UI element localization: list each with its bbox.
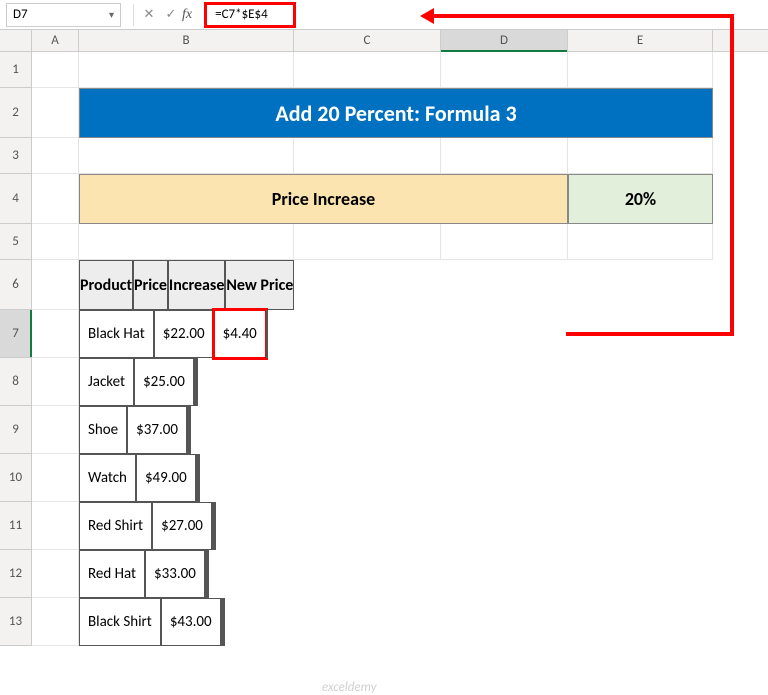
annotation-arrow [730, 14, 734, 334]
price-cell[interactable]: $37.00 [127, 406, 187, 454]
column-headers: A B C D E [0, 30, 768, 52]
product-cell[interactable]: Black Hat [79, 310, 154, 358]
price-cell[interactable]: $25.00 [134, 358, 194, 406]
annotation-arrow [434, 14, 734, 18]
fx-icon[interactable]: fx [182, 7, 192, 23]
header-product[interactable]: Product [79, 260, 133, 310]
price-cell[interactable]: $27.00 [152, 502, 212, 550]
price-increase-label[interactable]: Price Increase [79, 174, 568, 224]
increase-cell-selected[interactable]: $4.40 [214, 310, 266, 358]
col-header-d[interactable]: D [441, 30, 568, 51]
grid: A B C D E 1 2 3 4 5 6 7 8 9 10 11 12 13 [0, 30, 768, 646]
enter-icon[interactable]: ✓ [160, 7, 182, 22]
name-box[interactable]: D7 ▾ [6, 3, 121, 27]
row-header[interactable]: 13 [0, 598, 32, 646]
new-price-cell[interactable] [189, 406, 191, 454]
row-header[interactable]: 1 [0, 52, 32, 88]
row-header[interactable]: 5 [0, 224, 32, 260]
formula-text: =C7*$E$4 [215, 7, 268, 22]
new-price-cell[interactable] [266, 310, 268, 358]
new-price-cell[interactable] [214, 502, 216, 550]
formula-input[interactable]: =C7*$E$4 [204, 2, 296, 28]
product-cell[interactable]: Black Shirt [79, 598, 161, 646]
row-header[interactable]: 2 [0, 88, 32, 138]
row-header[interactable]: 9 [0, 406, 32, 454]
price-cell[interactable]: $33.00 [145, 550, 205, 598]
new-price-cell[interactable] [196, 358, 198, 406]
col-header-c[interactable]: C [294, 30, 441, 51]
header-new-price[interactable]: New Price [225, 260, 294, 310]
select-all-corner[interactable] [0, 30, 32, 51]
header-price[interactable]: Price [133, 260, 168, 310]
row-header[interactable]: 10 [0, 454, 32, 502]
row-header[interactable]: 11 [0, 502, 32, 550]
chevron-down-icon[interactable]: ▾ [109, 8, 114, 21]
row-header[interactable]: 12 [0, 550, 32, 598]
col-header-b[interactable]: B [79, 30, 294, 51]
watermark: exceldemy [322, 680, 377, 695]
percent-cell[interactable]: 20% [568, 174, 713, 224]
price-cell[interactable]: $49.00 [136, 454, 196, 502]
new-price-cell[interactable] [207, 550, 209, 598]
col-header-e[interactable]: E [568, 30, 713, 51]
price-cell[interactable]: $22.00 [154, 310, 214, 358]
product-cell[interactable]: Jacket [79, 358, 134, 406]
col-header-a[interactable]: A [32, 30, 79, 51]
row-headers: 1 2 3 4 5 6 7 8 9 10 11 12 13 [0, 52, 32, 646]
cells-area[interactable]: Add 20 Percent: Formula 3 Price Increase… [32, 52, 768, 646]
product-cell[interactable]: Red Shirt [79, 502, 152, 550]
new-price-cell[interactable] [198, 454, 200, 502]
row-header[interactable]: 8 [0, 358, 32, 406]
arrow-icon [420, 8, 434, 24]
row-header[interactable]: 4 [0, 174, 32, 224]
product-cell[interactable]: Watch [79, 454, 136, 502]
separator [133, 4, 134, 26]
product-cell[interactable]: Red Hat [79, 550, 145, 598]
title-cell[interactable]: Add 20 Percent: Formula 3 [79, 88, 713, 138]
annotation-arrow [566, 332, 734, 336]
price-cell[interactable]: $43.00 [161, 598, 221, 646]
product-cell[interactable]: Shoe [79, 406, 127, 454]
header-increase[interactable]: Increase [168, 260, 225, 310]
row-header[interactable]: 7 [0, 310, 32, 358]
name-box-value: D7 [13, 7, 28, 22]
row-header[interactable]: 6 [0, 260, 32, 310]
new-price-cell[interactable] [223, 598, 225, 646]
row-header[interactable]: 3 [0, 138, 32, 174]
cancel-icon[interactable]: ✕ [138, 7, 160, 22]
